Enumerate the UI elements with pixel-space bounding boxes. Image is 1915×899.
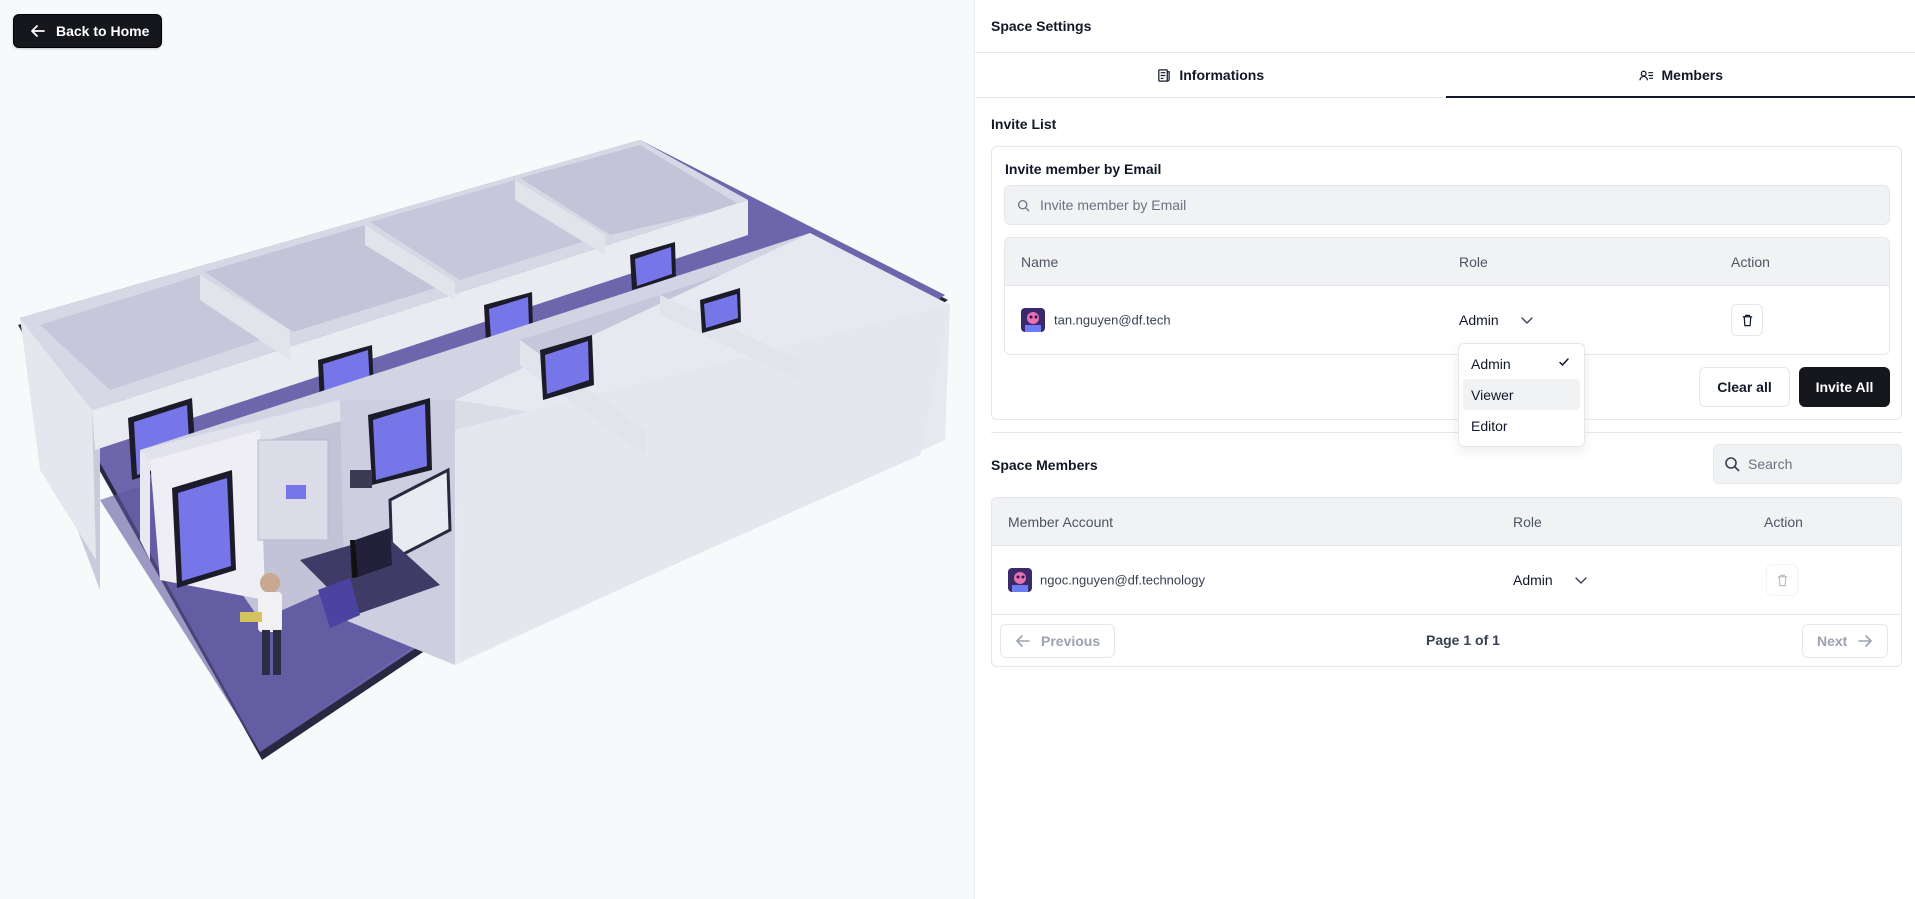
space-members-heading: Space Members <box>991 457 1098 473</box>
chevron-down-icon <box>1520 317 1533 324</box>
header-member-account: Member Account <box>1008 513 1114 530</box>
page-info: Page 1 of 1 <box>1426 632 1500 648</box>
invite-table: Name Role Action tan.nguyen@df.tech Admi… <box>1004 237 1890 355</box>
role-option-label: Viewer <box>1471 386 1514 403</box>
header-action: Action <box>1764 513 1803 530</box>
space-settings-panel: Space Settings Informations Members Invi… <box>974 0 1915 899</box>
header-action: Action <box>1731 253 1770 270</box>
members-table-header: Member Account Role Action <box>992 498 1901 546</box>
table-row: ngoc.nguyen@df.technology Admin <box>992 546 1901 614</box>
chevron-down-icon <box>1574 577 1587 584</box>
avatar <box>1008 568 1032 592</box>
role-dropdown-menu: Admin Viewer Editor <box>1458 343 1585 447</box>
role-select[interactable]: Admin <box>1459 312 1535 328</box>
back-to-home-button[interactable]: Back to Home <box>13 14 162 48</box>
trash-icon <box>1777 574 1787 586</box>
delete-member-button[interactable] <box>1766 564 1798 596</box>
role-option-admin[interactable]: Admin <box>1463 348 1580 379</box>
member-search-field[interactable] <box>1713 444 1902 484</box>
trash-icon <box>1742 314 1752 326</box>
pagination: Previous Page 1 of 1 Next <box>992 614 1901 666</box>
previous-page-button[interactable]: Previous <box>1000 624 1116 658</box>
invite-all-button[interactable]: Invite All <box>1799 367 1890 407</box>
role-option-label: Editor <box>1471 417 1508 434</box>
panel-title: Space Settings <box>991 18 1092 34</box>
role-select-value: Admin <box>1459 312 1499 328</box>
role-option-viewer[interactable]: Viewer <box>1463 379 1580 410</box>
search-icon <box>1017 199 1030 212</box>
header-name: Name <box>1021 253 1059 270</box>
tab-informations-label: Informations <box>1179 67 1265 83</box>
arrow-left-icon <box>1016 635 1030 647</box>
tab-informations[interactable]: Informations <box>975 53 1446 97</box>
invite-table-header: Name Role Action <box>1005 238 1889 286</box>
clear-all-button[interactable]: Clear all <box>1699 367 1790 407</box>
scene-viewport[interactable]: Back to Home <box>0 0 974 899</box>
arrow-left-icon <box>31 25 45 37</box>
header-role: Role <box>1513 513 1542 530</box>
document-icon <box>1158 68 1171 82</box>
settings-tabs: Informations Members <box>975 52 1915 98</box>
delete-invite-button[interactable] <box>1731 304 1763 336</box>
members-table: Member Account Role Action ngoc.nguyen@d… <box>991 497 1902 667</box>
header-role: Role <box>1459 253 1488 270</box>
avatar <box>1021 308 1045 332</box>
back-to-home-label: Back to Home <box>56 23 150 39</box>
section-divider <box>991 432 1902 433</box>
office-3d-model[interactable] <box>0 0 974 899</box>
next-page-button[interactable]: Next <box>1802 624 1889 658</box>
invite-card-title: Invite member by Email <box>1005 161 1162 177</box>
previous-label: Previous <box>1041 633 1101 649</box>
invite-email: tan.nguyen@df.tech <box>1054 312 1171 328</box>
member-role-value: Admin <box>1513 572 1553 588</box>
tab-members-label: Members <box>1661 67 1723 83</box>
invite-list-heading: Invite List <box>991 116 1057 132</box>
tab-members[interactable]: Members <box>1445 53 1915 98</box>
members-icon <box>1638 70 1653 80</box>
member-email: ngoc.nguyen@df.technology <box>1040 572 1205 588</box>
arrow-right-icon <box>1858 635 1873 647</box>
check-icon <box>1559 358 1569 366</box>
invite-email-field[interactable] <box>1004 185 1890 225</box>
invite-card: Invite member by Email Name Role Action <box>991 146 1902 420</box>
role-option-label: Admin <box>1471 355 1511 372</box>
invite-email-input[interactable] <box>1040 197 1840 213</box>
member-search-input[interactable] <box>1748 456 1888 472</box>
member-role-select[interactable]: Admin <box>1513 572 1589 588</box>
search-icon <box>1725 457 1740 472</box>
role-option-editor[interactable]: Editor <box>1463 410 1580 441</box>
next-label: Next <box>1817 633 1848 649</box>
table-row: tan.nguyen@df.tech Admin <box>1005 286 1889 354</box>
